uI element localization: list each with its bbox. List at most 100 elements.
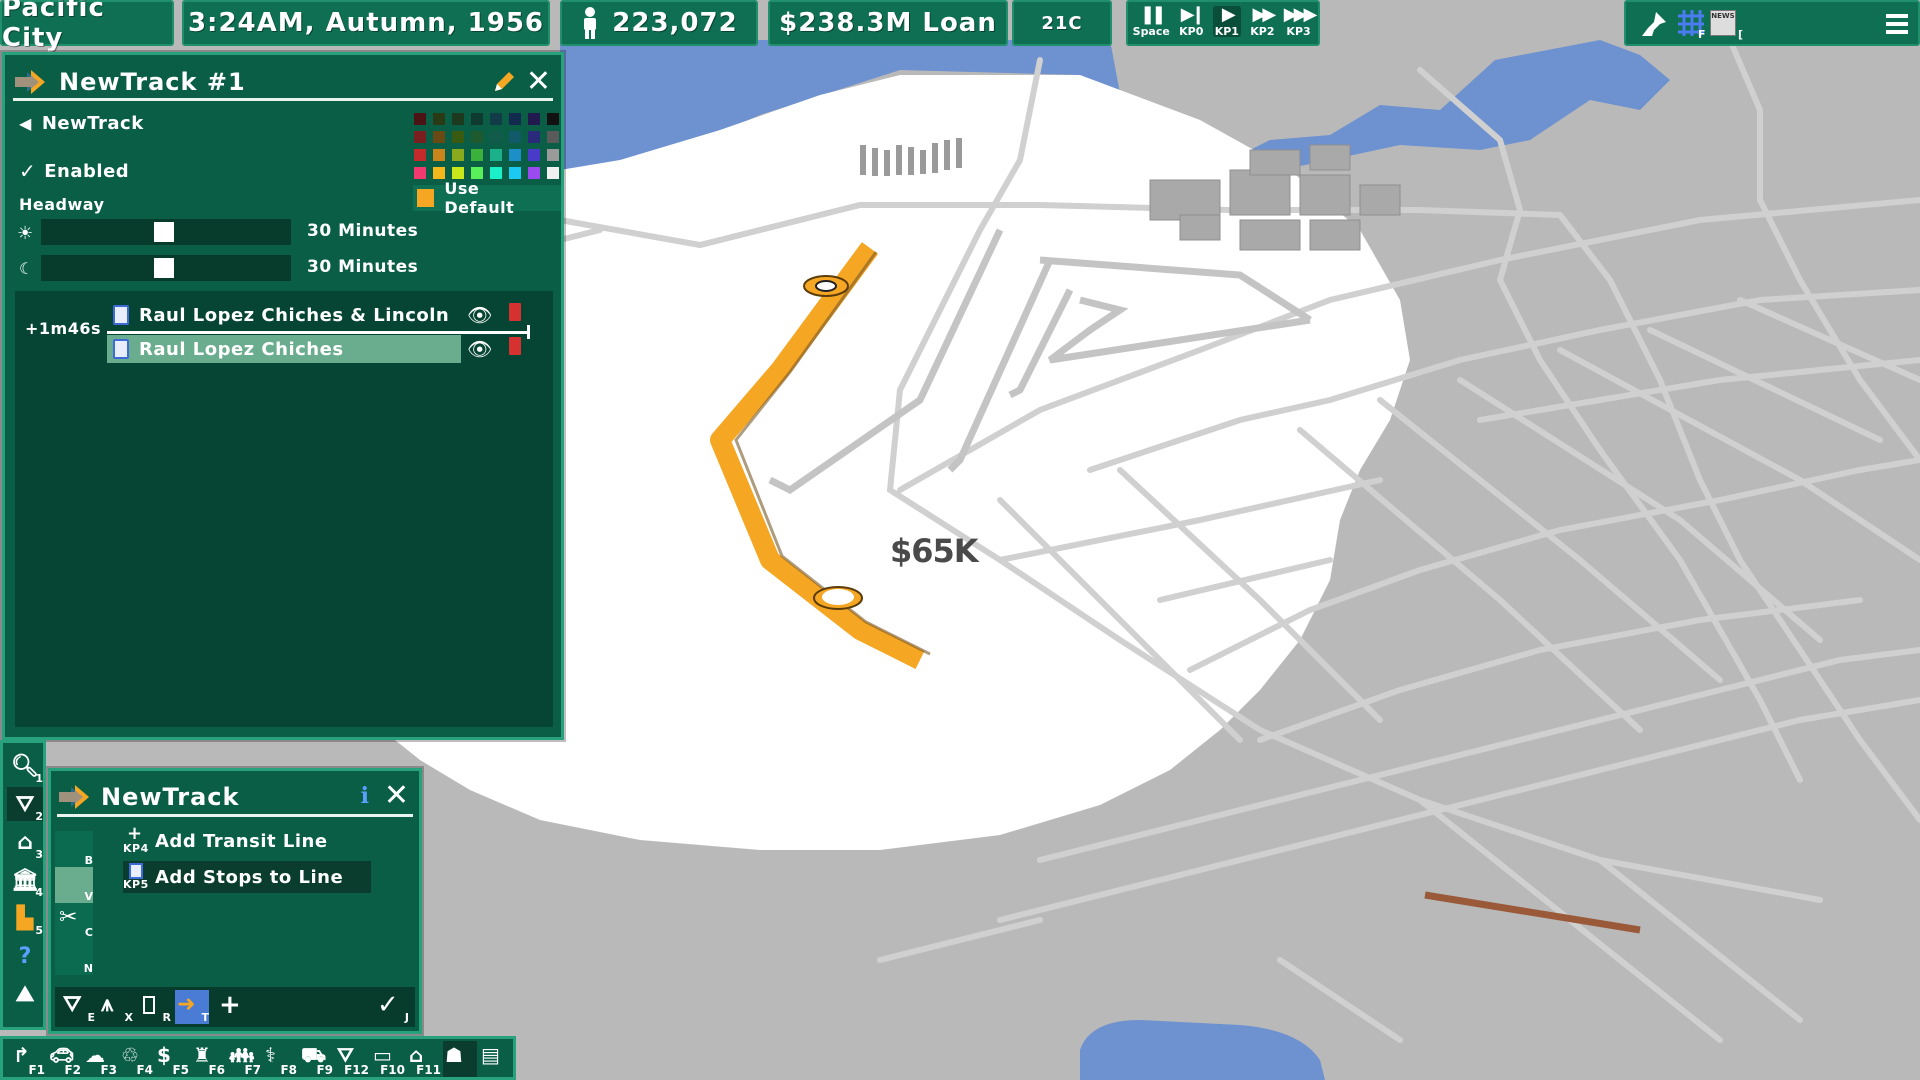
slider-thumb[interactable]	[154, 258, 174, 278]
overlay-button[interactable]: ⛛ F12	[335, 1041, 369, 1077]
night-headway-slider[interactable]	[41, 255, 291, 281]
color-swatch[interactable]	[490, 149, 502, 161]
day-headway-slider[interactable]	[41, 219, 291, 245]
tool-type-path[interactable]: V	[55, 867, 93, 903]
menu-icon[interactable]	[1886, 12, 1908, 36]
tool-type-rail[interactable]: B	[55, 831, 93, 867]
color-swatch[interactable]	[547, 131, 559, 143]
news-icon[interactable]: NEWS	[1710, 10, 1736, 36]
color-swatch[interactable]	[490, 131, 502, 143]
bus-mode[interactable]: R	[137, 990, 171, 1024]
query-tool[interactable]: 🔍︎ 1	[7, 749, 43, 786]
trash-icon[interactable]	[509, 303, 521, 321]
color-swatch[interactable]	[414, 149, 426, 161]
fast-icon: ▶▶	[1252, 4, 1277, 25]
add-stops-button[interactable]: KP5 Add Stops to Line	[123, 861, 371, 893]
color-swatch[interactable]	[509, 167, 521, 179]
overlay-button[interactable]: ⌂ F11	[407, 1041, 441, 1077]
color-swatch[interactable]	[490, 113, 502, 125]
travel-time: +1m46s	[25, 319, 101, 338]
color-swatch[interactable]	[490, 167, 502, 179]
color-swatch[interactable]	[471, 113, 483, 125]
pin-icon[interactable]	[1640, 10, 1668, 38]
color-swatch[interactable]	[414, 167, 426, 179]
terrain-tool[interactable]: ⛰	[7, 977, 43, 1011]
trash-icon[interactable]	[509, 337, 521, 355]
add-mode[interactable]: +	[213, 990, 247, 1024]
stop-item[interactable]: Raul Lopez Chiches & Lincoln	[107, 301, 461, 329]
info-icon[interactable]: i	[361, 783, 369, 809]
road-tool[interactable]: ⛛ 2	[7, 787, 43, 823]
color-swatch[interactable]	[452, 131, 464, 143]
color-swatch[interactable]	[509, 149, 521, 161]
color-swatch[interactable]	[433, 113, 445, 125]
fastest-button[interactable]: ▶▶▶ KP3	[1284, 6, 1317, 38]
slider-thumb[interactable]	[154, 222, 174, 242]
color-swatch[interactable]	[528, 149, 540, 161]
zone-tool[interactable]: ⌂ 3	[7, 825, 43, 862]
overlay-button[interactable]: ♜ F6	[191, 1041, 225, 1077]
use-default-color-button[interactable]: Use Default	[413, 179, 561, 217]
color-swatch[interactable]	[509, 131, 521, 143]
overlay-button[interactable]: ⚕ F8	[263, 1041, 297, 1077]
color-swatch[interactable]	[433, 167, 445, 179]
color-swatch[interactable]	[547, 113, 559, 125]
color-swatch[interactable]	[452, 167, 464, 179]
overlay-button[interactable]: ↱ F1	[11, 1041, 45, 1077]
enabled-label: Enabled	[44, 160, 130, 182]
fast-button[interactable]: ▶▶ KP2	[1250, 4, 1277, 38]
color-swatch[interactable]	[528, 167, 540, 179]
color-swatch[interactable]	[471, 149, 483, 161]
road-mode[interactable]: ⛛ E	[61, 990, 95, 1024]
color-swatch[interactable]	[547, 149, 559, 161]
color-swatch[interactable]	[509, 113, 521, 125]
overlay-button[interactable]: ☁ F3	[83, 1041, 117, 1077]
color-swatch[interactable]	[452, 149, 464, 161]
pencil-icon[interactable]	[491, 69, 517, 95]
color-swatch[interactable]	[433, 149, 445, 161]
color-swatch[interactable]	[414, 113, 426, 125]
back-arrow-icon: ◀	[19, 114, 32, 133]
overlay-button[interactable]: ⛟ F9	[299, 1041, 333, 1077]
bulldoze-tool[interactable]: ▙ 5	[7, 901, 43, 938]
color-swatch[interactable]	[471, 167, 483, 179]
close-icon[interactable]: ✕	[384, 781, 409, 811]
confirm-button[interactable]: ✓ J	[375, 990, 409, 1024]
population[interactable]: 223,072	[560, 0, 758, 46]
budget[interactable]: $238.3M Loan	[768, 0, 1008, 46]
news-key: [	[1738, 28, 1744, 41]
color-swatch[interactable]	[528, 131, 540, 143]
play-button[interactable]: ▶ KP1	[1212, 6, 1241, 37]
overlay-button[interactable]: ▤	[479, 1041, 513, 1077]
color-swatch[interactable]	[414, 131, 426, 143]
enabled-toggle[interactable]: ✓ Enabled	[19, 159, 129, 183]
color-swatch[interactable]	[452, 113, 464, 125]
stop-item-selected[interactable]: Raul Lopez Chiches	[107, 335, 461, 363]
overlay-button[interactable]: ♲ F4	[119, 1041, 153, 1077]
tool-type-track[interactable]: N	[55, 939, 93, 975]
color-swatch[interactable]	[528, 113, 540, 125]
add-transit-line-button[interactable]: + KP4 Add Transit Line	[123, 823, 371, 857]
color-swatch[interactable]	[547, 167, 559, 179]
help-tool[interactable]: ?	[7, 939, 43, 973]
back-button[interactable]: ◀ NewTrack	[19, 113, 144, 134]
pause-button[interactable]: ❚❚ Space	[1133, 6, 1170, 38]
overlay-button[interactable]: 👪︎ F7	[227, 1041, 261, 1077]
overlay-button[interactable]: $ F5	[155, 1041, 189, 1077]
color-palette[interactable]	[414, 113, 559, 179]
eye-icon[interactable]: 👁	[467, 303, 492, 327]
transit-mode[interactable]: ➜ T	[175, 990, 209, 1024]
close-icon[interactable]: ✕	[526, 67, 551, 97]
overlay-button[interactable]: ▭ F10	[371, 1041, 405, 1077]
overlay-button[interactable]: ☗	[443, 1041, 477, 1077]
temperature[interactable]: 21C	[1012, 0, 1112, 46]
color-swatch[interactable]	[433, 131, 445, 143]
tool-type-cut[interactable]: ✂ C	[55, 903, 93, 939]
step-button[interactable]: ▶❙ KP0	[1179, 6, 1206, 38]
building-tool[interactable]: 🏛︎ 4	[7, 863, 43, 900]
expressway-mode[interactable]: ⩚ X	[99, 990, 133, 1024]
eye-icon[interactable]: 👁	[467, 337, 492, 361]
city-name[interactable]: Pacific City	[0, 0, 174, 53]
color-swatch[interactable]	[471, 131, 483, 143]
overlay-button[interactable]: 🚗︎ F2	[47, 1041, 81, 1077]
